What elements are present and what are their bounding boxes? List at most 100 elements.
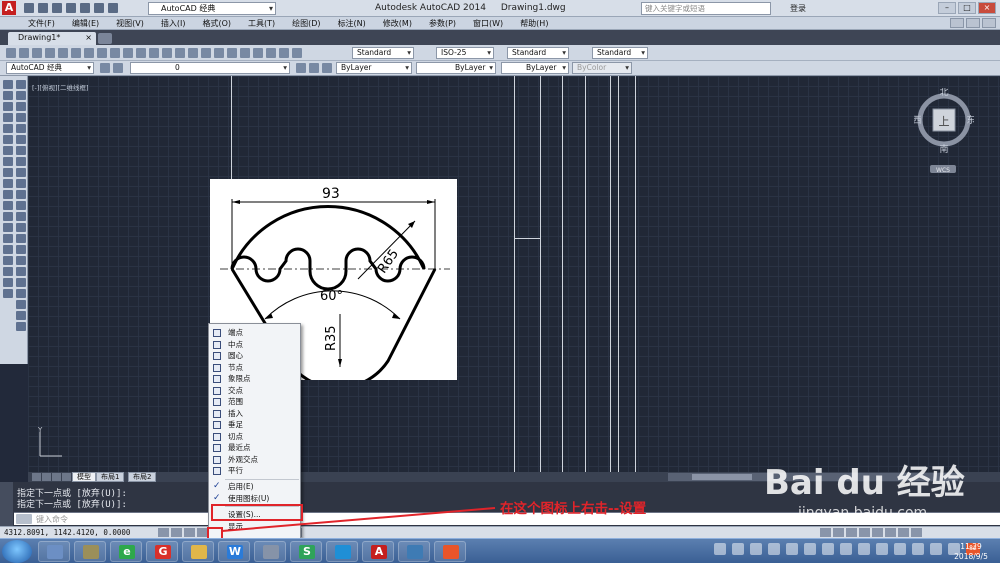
menu-item-endpoint[interactable]: 端点	[209, 327, 300, 339]
workspace-toolbar-select[interactable]: AutoCAD 经典 ▾	[6, 62, 94, 74]
doc-close-button[interactable]	[982, 18, 996, 28]
tray-update-icon[interactable]	[894, 543, 906, 555]
taskbar-app-word[interactable]: W	[218, 541, 250, 562]
isolate-objects-icon[interactable]	[898, 528, 909, 537]
minimize-button[interactable]: –	[938, 2, 956, 14]
zoom-window-icon[interactable]	[188, 48, 198, 58]
viewcube[interactable]: 上 北 南 东 西 WCS	[912, 87, 975, 174]
polyline-icon[interactable]	[3, 102, 13, 111]
make-current-icon[interactable]	[296, 63, 306, 73]
new-tab-button[interactable]	[98, 33, 112, 44]
gradient-icon[interactable]	[3, 245, 13, 254]
tray-cloud-icon[interactable]	[876, 543, 888, 555]
taskbar-app-desktop[interactable]	[38, 541, 70, 562]
coordinate-readout[interactable]: 4312.8091, 1142.4120, 0.0000	[4, 528, 130, 537]
help-icon[interactable]	[292, 48, 302, 58]
menu-tools[interactable]: 工具(T)	[248, 18, 275, 29]
text-style-select[interactable]: Standard ▾	[352, 47, 414, 59]
tray-network-icon[interactable]	[786, 543, 798, 555]
menu-item-center[interactable]: 圆心	[209, 350, 300, 362]
markup-icon[interactable]	[266, 48, 276, 58]
undo-icon[interactable]	[136, 48, 146, 58]
quick-view-layouts-icon[interactable]	[833, 528, 844, 537]
tray-shield-icon[interactable]	[750, 543, 762, 555]
menu-item-quadrant[interactable]: 象限点	[209, 373, 300, 385]
menu-window[interactable]: 窗口(W)	[473, 18, 503, 29]
layer-off-icon[interactable]	[16, 311, 26, 320]
hardware-acceleration-icon[interactable]	[885, 528, 896, 537]
taskbar-app-browser[interactable]: e	[110, 541, 142, 562]
tray-keyboard-icon[interactable]	[840, 543, 852, 555]
first-layout-icon[interactable]	[32, 473, 41, 481]
lineweight-select[interactable]: ByLayer ▾	[501, 62, 569, 74]
mleader-style-select[interactable]: Standard ▾	[592, 47, 648, 59]
open-icon[interactable]	[38, 3, 48, 13]
copy-icon[interactable]	[97, 48, 107, 58]
menu-file[interactable]: 文件(F)	[28, 18, 55, 29]
workspace-select[interactable]: AutoCAD 经典 ▾	[148, 2, 276, 15]
menu-item-perpendicular[interactable]: 垂足	[209, 419, 300, 431]
erase-icon[interactable]	[16, 80, 26, 89]
open-icon[interactable]	[19, 48, 29, 58]
layer-manager-icon[interactable]	[113, 63, 123, 73]
menu-item-nearest[interactable]: 最近点	[209, 442, 300, 454]
menu-draw[interactable]: 绘图(D)	[292, 18, 320, 29]
menu-item-enable[interactable]: ✓ 启用(E)	[209, 481, 300, 493]
taskbar-app-photo[interactable]	[398, 541, 430, 562]
tray-app-icon[interactable]	[768, 543, 780, 555]
cut-icon[interactable]	[84, 48, 94, 58]
linetype-select[interactable]: ByLayer ▾	[416, 62, 496, 74]
workspace-switch-icon[interactable]	[859, 528, 870, 537]
chamfer-icon[interactable]	[16, 234, 26, 243]
tray-help-icon[interactable]	[714, 543, 726, 555]
tray-volume-icon[interactable]	[804, 543, 816, 555]
compass-south-label[interactable]: 南	[939, 143, 948, 155]
menu-item-extension[interactable]: 范围	[209, 396, 300, 408]
menu-item-parallel[interactable]: 平行	[209, 465, 300, 477]
sheet-set-icon[interactable]	[253, 48, 263, 58]
layer-previous-icon[interactable]	[309, 63, 319, 73]
menu-help[interactable]: 帮助(H)	[520, 18, 548, 29]
taskbar-app-autocad[interactable]: A	[362, 541, 394, 562]
taskbar-app-explorer[interactable]	[182, 541, 214, 562]
color-select[interactable]: ByLayer ▾	[336, 62, 412, 74]
compass-east-label[interactable]: 东	[966, 114, 975, 126]
redo-icon[interactable]	[108, 3, 118, 13]
tab-layout2[interactable]: 布局2	[128, 472, 157, 482]
mirror-icon[interactable]	[16, 102, 26, 111]
viewport-label[interactable]: [-][俯视][二维线框]	[32, 82, 89, 92]
infer-constraints-icon[interactable]	[158, 528, 169, 537]
copy-object-icon[interactable]	[16, 91, 26, 100]
model-space-icon[interactable]	[820, 528, 831, 537]
move-icon[interactable]	[16, 135, 26, 144]
maximize-button[interactable]: □	[958, 2, 976, 14]
circle-icon[interactable]	[3, 146, 13, 155]
properties-icon[interactable]	[214, 48, 224, 58]
design-center-icon[interactable]	[227, 48, 237, 58]
join-icon[interactable]	[16, 223, 26, 232]
zoom-previous-icon[interactable]	[201, 48, 211, 58]
publish-icon[interactable]	[71, 48, 81, 58]
revision-cloud-icon[interactable]	[3, 157, 13, 166]
save-icon[interactable]	[32, 48, 42, 58]
taskbar-app-sheet[interactable]: S	[290, 541, 322, 562]
command-prompt-icon[interactable]	[16, 514, 32, 524]
menu-item-node[interactable]: 节点	[209, 362, 300, 374]
pan-icon[interactable]	[162, 48, 172, 58]
compass-west-label[interactable]: 西	[912, 115, 922, 126]
fillet-icon[interactable]	[16, 245, 26, 254]
taskbar-app-tool[interactable]	[74, 541, 106, 562]
multiline-text-icon[interactable]	[3, 278, 13, 287]
explode-icon[interactable]	[16, 267, 26, 276]
tray-chat-icon[interactable]	[912, 543, 924, 555]
taskbar-app-red[interactable]: G	[146, 541, 178, 562]
ellipse-arc-icon[interactable]	[3, 190, 13, 199]
dim-style-select[interactable]: ISO-25 ▾	[436, 47, 494, 59]
snap-mode-icon[interactable]	[171, 528, 182, 537]
spline-icon[interactable]	[3, 168, 13, 177]
rotate-icon[interactable]	[16, 146, 26, 155]
horizontal-scrollbar[interactable]	[668, 473, 958, 481]
match-properties-icon[interactable]	[123, 48, 133, 58]
start-button[interactable]	[2, 540, 32, 563]
login-button[interactable]: 登录	[790, 3, 806, 14]
